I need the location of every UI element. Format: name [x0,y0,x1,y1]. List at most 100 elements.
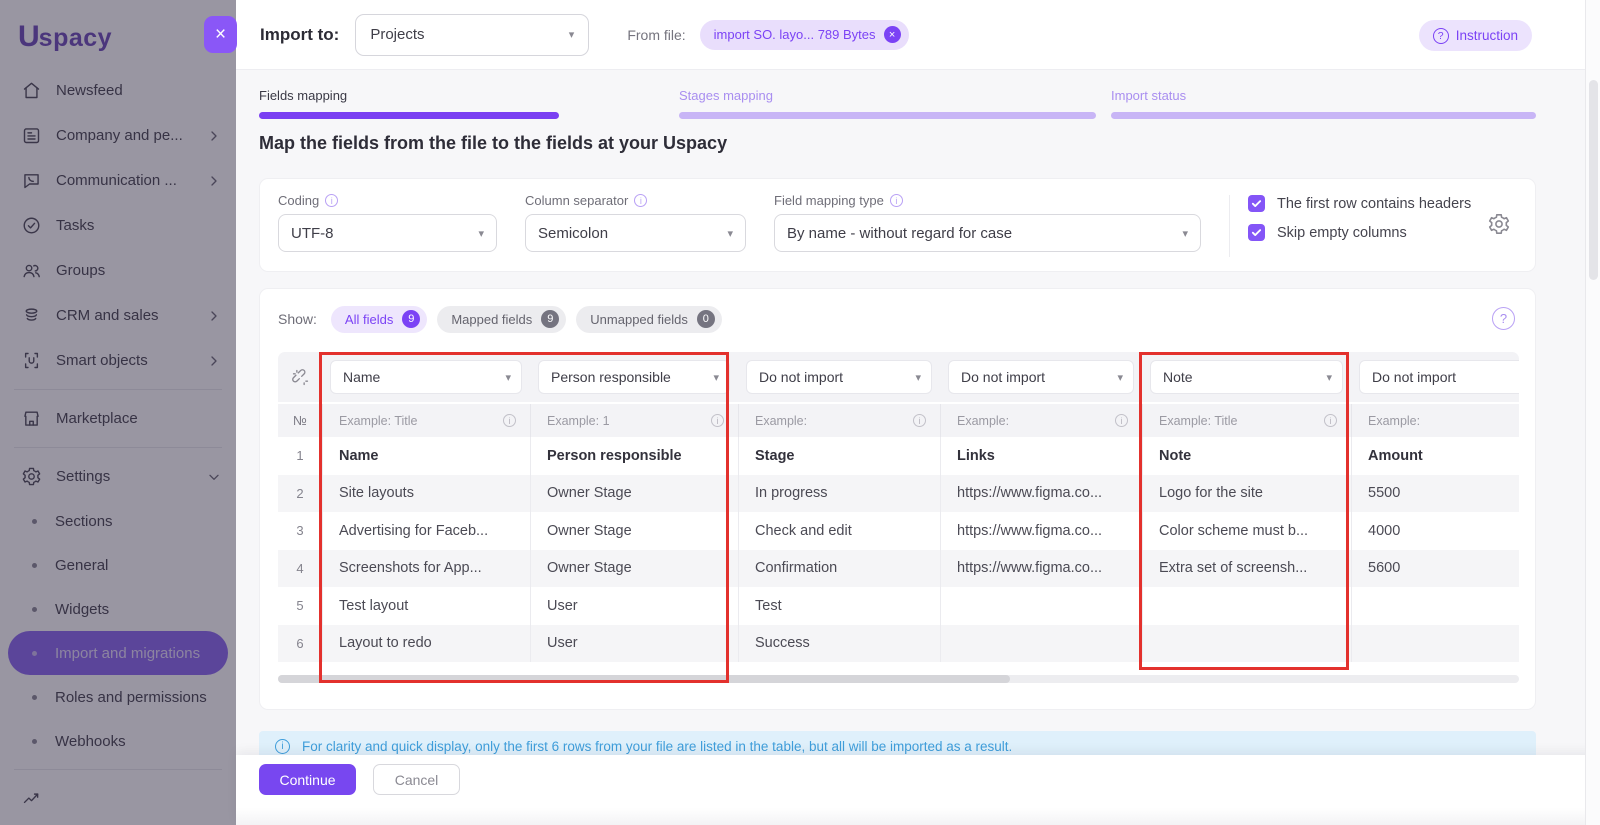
mapping-type-field: Field mapping type i By name - without r… [774,193,1201,271]
info-icon: i [1115,414,1128,427]
chevron-down-icon: ▾ [915,371,921,384]
chevron-down-icon: ▾ [478,227,484,240]
first-row-headers-checkbox[interactable]: The first row contains headers [1248,195,1471,212]
show-label: Show: [278,311,317,327]
info-icon: i [325,194,339,207]
cancel-button[interactable]: Cancel [373,764,460,795]
mapping-type-select[interactable]: By name - without regard for case ▾ [774,214,1201,252]
sidebar-item-general[interactable]: General [8,543,228,587]
vertical-scrollbar[interactable] [1585,0,1600,825]
import-target-select[interactable]: Projects ▾ [355,13,590,56]
sidebar-item-groups[interactable]: Groups [0,248,236,293]
info-icon: i [503,414,516,427]
checkbox-checked-icon [1248,224,1265,241]
close-circle-icon[interactable]: × [883,26,901,43]
count-badge: 0 [696,310,715,328]
sidebar-item-marketplace[interactable]: Marketplace [0,396,236,441]
horizontal-scrollbar[interactable] [278,675,1519,683]
column-field-select-1[interactable]: Name ▾ [330,360,522,394]
table-row: 1 Name Person responsible Stage Links No… [278,437,1519,475]
filter-all-fields[interactable]: All fields 9 [330,305,428,333]
table-row: 5 Test layout User Test [278,587,1519,625]
info-icon: i [913,414,926,427]
vertical-scrollbar-thumb[interactable] [1589,80,1598,280]
chevron-right-icon [206,128,222,144]
info-icon: i [634,194,648,207]
filter-mapped-fields[interactable]: Mapped fields 9 [437,305,567,333]
bullet-icon [32,650,37,656]
info-icon: i [711,414,724,427]
help-circle-icon[interactable]: ? [1492,307,1515,330]
bullet-icon [32,562,37,568]
column-field-select-2[interactable]: Person responsible ▾ [538,360,730,394]
column-field-select-5[interactable]: Note ▾ [1150,360,1343,394]
page-title: Map the fields from the file to the fiel… [259,133,728,153]
show-filter-row: Show: All fields 9 Mapped fields 9 Unmap… [278,305,1517,333]
sidebar-close-button[interactable]: × [204,16,237,53]
info-icon: i [275,739,290,754]
step-label: Fields mapping [259,88,348,103]
sidebar-item-crm[interactable]: CRM and sales [0,293,236,338]
broken-link-icon [278,360,322,394]
uspacy-logo: Uspacy [18,20,113,53]
chevron-down-icon [206,469,222,485]
sidebar-item-webhooks[interactable]: Webhooks [8,719,228,763]
step-progress-bar [1111,112,1536,119]
trending-up-icon [20,788,42,810]
sidebar-item-cutoff[interactable] [0,776,236,821]
sidebar-item-label: Settings [56,468,111,485]
crm-icon [20,305,42,327]
communication-icon [20,170,42,192]
info-banner-text: For clarity and quick display, only the … [302,739,1013,754]
marketplace-icon [20,408,42,430]
continue-button[interactable]: Continue [259,764,356,795]
coding-value: UTF-8 [291,224,334,242]
checkbox-label: The first row contains headers [1277,195,1472,212]
table-row: 6 Layout to redo User Success [278,624,1519,662]
coding-select[interactable]: UTF-8 ▾ [278,214,497,252]
sidebar-item-label: Groups [56,262,106,279]
sidebar-item-smart-objects[interactable]: Smart objects [0,338,236,383]
separator-select[interactable]: Semicolon ▾ [525,214,746,252]
sidebar: Uspacy Newsfeed Company and pe... Commun… [0,0,236,825]
bullet-icon [32,518,37,524]
sidebar-item-import-and-migrations[interactable]: Import and migrations [8,631,228,675]
skip-empty-columns-checkbox[interactable]: Skip empty columns [1248,224,1471,241]
info-icon: i [1324,414,1337,427]
step-progress-bar [679,112,1096,119]
number-column-header: № [293,413,307,428]
step-fields-mapping: Fields mapping [259,88,559,119]
sidebar-item-label: CRM and sales [56,307,159,324]
mapping-type-label: Field mapping type i [774,193,1201,208]
company-icon [20,125,42,147]
sidebar-item-tasks[interactable]: Tasks [0,203,236,248]
field-select-row: Name ▾ Person responsible ▾ Do not import ▾… [278,352,1519,404]
import-header: Import to: Projects ▾ From file: import … [236,0,1600,70]
step-progress-bar [259,112,559,119]
chevron-right-icon [206,353,222,369]
import-options: The first row contains headers Skip empt… [1230,193,1471,271]
column-field-select-4[interactable]: Do not import ▾ [948,360,1134,394]
sidebar-item-company[interactable]: Company and pe... [0,113,236,158]
bullet-icon [32,738,37,744]
bullet-icon [32,694,37,700]
count-badge: 9 [541,310,560,328]
count-badge: 9 [402,310,421,328]
sidebar-item-communication[interactable]: Communication ... [0,158,236,203]
close-icon: × [214,24,227,45]
column-field-select-6[interactable]: Do not import▾ [1359,360,1519,394]
column-field-select-3[interactable]: Do not import ▾ [746,360,932,394]
separator-field: Column separator i Semicolon ▾ [525,193,746,271]
advanced-settings-button[interactable] [1487,211,1513,237]
sidebar-item-roles-and-permissions[interactable]: Roles and permissions [8,675,228,719]
horizontal-scrollbar-thumb[interactable] [278,675,1011,683]
step-import-status: Import status [1111,88,1536,119]
sidebar-item-widgets[interactable]: Widgets [8,587,228,631]
instruction-button[interactable]: ? Instruction [1418,20,1532,51]
sidebar-item-label: Smart objects [56,352,148,369]
step-label: Import status [1111,88,1187,103]
sidebar-item-newsfeed[interactable]: Newsfeed [0,68,236,113]
sidebar-item-sections[interactable]: Sections [8,499,228,543]
sidebar-item-settings[interactable]: Settings [0,454,236,499]
filter-unmapped-fields[interactable]: Unmapped fields 0 [576,305,722,333]
